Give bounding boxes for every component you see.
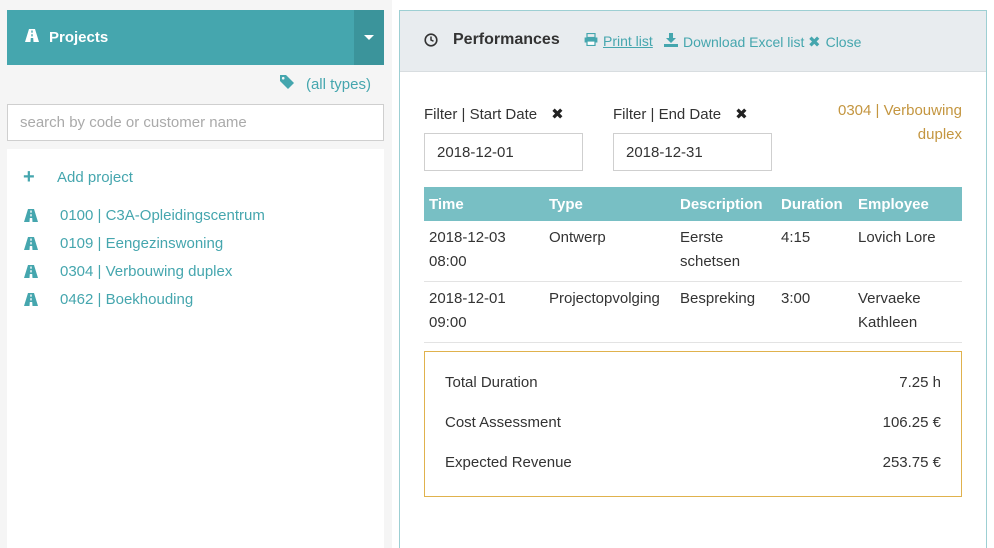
table-row[interactable]: 2018-12-01 09:00 Projectopvolging Bespre… (424, 281, 962, 343)
download-excel-link[interactable]: Download Excel list (664, 33, 804, 50)
clock-icon (424, 33, 438, 51)
type-filter-label: (all types) (305, 75, 371, 93)
road-icon (24, 265, 60, 278)
end-date-input[interactable] (613, 133, 772, 171)
download-icon (664, 33, 678, 50)
column-header[interactable]: Time (424, 187, 544, 221)
column-header[interactable]: Description (675, 187, 776, 221)
project-item-label: 0304 | Verbouwing duplex (60, 263, 233, 280)
projects-panel: Projects (all types) + Add project 0100 … (0, 0, 392, 548)
road-icon (25, 29, 39, 46)
summary-row: Expected Revenue 253.75 € (445, 442, 941, 482)
summary-label: Expected Revenue (445, 453, 572, 471)
duration-cell: 3:00 (776, 281, 853, 343)
project-search-input[interactable] (7, 104, 384, 141)
road-icon (24, 237, 60, 250)
printer-icon (584, 32, 598, 49)
summary-row: Cost Assessment 106.25 € (445, 402, 941, 442)
chevron-down-icon (364, 35, 374, 40)
performances-table: Time Type Description Duration Employee … (424, 187, 962, 343)
duration-cell: 4:15 (776, 221, 853, 282)
projects-dropdown-toggle[interactable] (354, 10, 384, 65)
project-item-label: 0100 | C3A-Opleidingscentrum (60, 207, 265, 224)
end-date-filter-text: Filter | End Date (613, 105, 722, 123)
close-label: Close (825, 34, 862, 50)
employee-cell: Vervaeke Kathleen (853, 281, 962, 343)
employee-cell: Lovich Lore (853, 221, 962, 282)
projects-header[interactable]: Projects (7, 10, 384, 65)
summary-value: 7.25 h (899, 373, 941, 391)
end-date-filter-label: Filter | End Date ✖ (613, 105, 748, 124)
start-date-filter-text: Filter | Start Date (424, 105, 538, 123)
summary-label: Total Duration (445, 373, 538, 391)
start-date-input[interactable] (424, 133, 583, 171)
close-icon: ✖ (808, 34, 821, 51)
column-header[interactable]: Type (544, 187, 675, 221)
project-list: + Add project 0100 | C3A-Opleidingscentr… (7, 149, 384, 548)
performances-title: Performances (453, 31, 560, 48)
clear-start-date-icon[interactable]: ✖ (551, 105, 564, 123)
type-cell: Ontwerp (544, 221, 675, 282)
summary-label: Cost Assessment (445, 413, 561, 431)
summary-box: Total Duration 7.25 h Cost Assessment 10… (424, 351, 962, 497)
column-header[interactable]: Employee (853, 187, 962, 221)
projects-title-label: Projects (49, 29, 109, 46)
add-project-label: Add project (57, 168, 133, 186)
time-cell: 2018-12-01 09:00 (424, 281, 544, 343)
road-icon (24, 209, 60, 222)
description-cell: Eerste schetsen (675, 221, 776, 282)
type-cell: Projectopvolging (544, 281, 675, 343)
add-project-button[interactable]: + Add project (23, 167, 133, 187)
summary-value: 253.75 € (882, 453, 941, 471)
plus-icon: + (23, 166, 35, 188)
description-cell: Bespreking (675, 281, 776, 343)
selected-project-name: 0304 | Verbouwing duplex (838, 102, 962, 143)
time-cell: 2018-12-03 08:00 (424, 221, 544, 282)
road-icon (24, 293, 60, 306)
print-list-label: Print list (603, 33, 653, 49)
column-header[interactable]: Duration (776, 187, 853, 221)
type-filter[interactable]: (all types) (279, 75, 371, 93)
project-item-label: 0109 | Eengezinswoning (60, 235, 224, 252)
clear-end-date-icon[interactable]: ✖ (735, 105, 748, 123)
close-button[interactable]: ✖ Close (808, 33, 861, 51)
project-item-label: 0462 | Boekhouding (60, 291, 194, 308)
tag-icon (279, 75, 294, 93)
download-excel-label: Download Excel list (683, 33, 805, 50)
table-row[interactable]: 2018-12-03 08:00 Ontwerp Eerste schetsen… (424, 221, 962, 282)
performances-header: Performances Print list Download Excel l… (400, 11, 986, 72)
project-item[interactable]: 0462 | Boekhouding (24, 291, 193, 308)
summary-value: 106.25 € (882, 413, 941, 431)
project-item[interactable]: 0109 | Eengezinswoning (24, 235, 223, 252)
performances-panel: Performances Print list Download Excel l… (399, 10, 987, 548)
summary-row: Total Duration 7.25 h (445, 362, 941, 402)
start-date-filter-label: Filter | Start Date ✖ (424, 105, 564, 124)
project-item[interactable]: 0100 | C3A-Opleidingscentrum (24, 207, 265, 224)
projects-title: Projects (25, 10, 108, 65)
print-list-link[interactable]: Print list (584, 32, 653, 49)
project-item[interactable]: 0304 | Verbouwing duplex (24, 263, 232, 280)
table-header-row: Time Type Description Duration Employee (424, 187, 962, 221)
